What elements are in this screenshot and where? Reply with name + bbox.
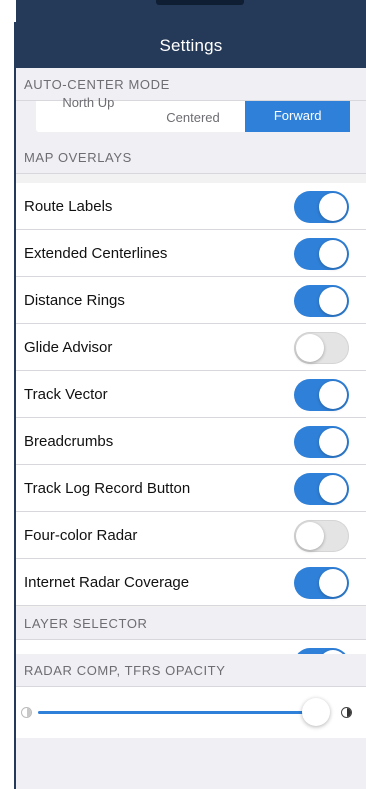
setting-label: Glide Advisor [24,339,113,356]
track-vector-toggle[interactable] [294,379,349,411]
setting-row-internet-radar-coverage: Internet Radar Coverage [16,559,366,606]
toggle-knob [296,522,324,550]
setting-row-track-vector: Track Vector [16,371,366,418]
setting-label: Internet Radar Coverage [24,574,190,591]
section-layer-selector: LAYER SELECTOR [16,607,366,640]
setting-row-glide-advisor: Glide Advisor [16,324,366,371]
page-title: Settings [159,36,223,55]
segment-forward[interactable]: Forward [245,101,351,132]
internet-radar-coverage-toggle[interactable] [294,567,349,599]
segment-forward-label: Forward [273,108,322,123]
contrast-low-icon [21,707,32,718]
auto-center-segmented-control: North Up Centered Forward [36,95,351,132]
track-log-record-button-toggle[interactable] [294,473,349,505]
setting-label: Four-color Radar [24,527,138,544]
setting-label: Track Log Record Button [24,480,191,497]
toggle-knob [319,381,347,409]
opacity-slider-row [16,687,366,738]
setting-label: Distance Rings [24,292,125,309]
section-radar-opacity: RADAR COMP, TFRS OPACITY [16,654,366,687]
toggle-knob [296,334,324,362]
segment-north-up[interactable]: North Up [36,95,141,132]
segment-north-up-label: North Up [62,95,115,110]
toggle-knob [319,475,347,503]
toggle-knob [319,193,347,221]
setting-label: Extended Centerlines [24,245,168,262]
setting-row-route-labels: Route Labels [16,183,366,230]
setting-label: Route Labels [24,198,113,215]
setting-row-track-log-record-button: Track Log Record Button [16,465,366,512]
setting-label: Breadcrumbs [24,433,114,450]
opacity-slider-thumb[interactable] [302,698,330,726]
breadcrumbs-toggle[interactable] [294,426,349,458]
glide-advisor-toggle[interactable] [294,332,349,364]
bottom-empty-area [16,738,366,789]
section-map-overlays: MAP OVERLAYS [16,141,366,174]
segment-centered-label: Centered [166,110,220,125]
sheet-grip[interactable] [156,0,244,5]
auto-center-mode-area: North Up Centered Forward [16,95,366,141]
route-labels-toggle[interactable] [294,191,349,223]
setting-row-four-color-radar: Four-color Radar [16,512,366,559]
opacity-slider-track[interactable] [38,711,313,714]
setting-row-distance-rings: Distance Rings [16,277,366,324]
toggle-knob [319,569,347,597]
settings-panel: Settings AUTO-CENTER MODE North Up Cente… [16,0,366,789]
toggle-knob [319,428,347,456]
contrast-high-icon [341,707,352,718]
toggle-knob [319,287,347,315]
settings-header: Settings [16,0,366,68]
toggle-knob [319,240,347,268]
distance-rings-toggle[interactable] [294,285,349,317]
setting-row-extended-centerlines: Extended Centerlines [16,230,366,277]
four-color-radar-toggle[interactable] [294,520,349,552]
setting-row-breadcrumbs: Breadcrumbs [16,418,366,465]
segment-centered[interactable]: Centered [141,101,246,132]
extended-centerlines-toggle[interactable] [294,238,349,270]
setting-label: Track Vector [24,386,108,403]
